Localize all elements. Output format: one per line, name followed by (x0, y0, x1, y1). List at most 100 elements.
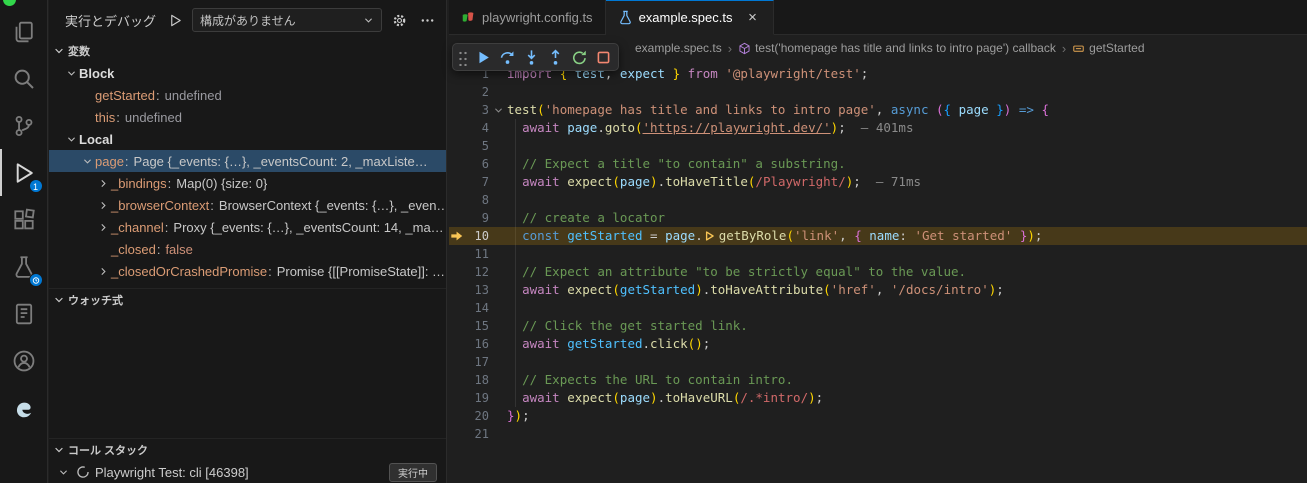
code-line[interactable]: 19 await expect(page).toHaveURL(/.*intro… (449, 389, 1307, 407)
fold-margin (489, 227, 507, 245)
debug-step-into-button[interactable] (519, 45, 543, 69)
glyph-margin[interactable] (449, 353, 465, 371)
chevron-icon[interactable] (95, 222, 111, 233)
fold-margin (489, 389, 507, 407)
debug-step-over-button[interactable] (495, 45, 519, 69)
line-number: 12 (474, 265, 489, 279)
glyph-margin[interactable] (449, 389, 465, 407)
chevron-icon[interactable] (63, 68, 79, 79)
variable-row[interactable]: _browserContext: BrowserContext {_events:… (49, 194, 446, 216)
glyph-margin[interactable] (449, 245, 465, 263)
close-icon[interactable]: × (745, 10, 761, 25)
line-number: 14 (474, 301, 489, 315)
fold-margin (489, 119, 507, 137)
glyph-margin[interactable] (449, 407, 465, 425)
drag-handle[interactable] (458, 48, 467, 66)
activity-notebook[interactable] (0, 290, 48, 337)
code-line[interactable]: 9 // create a locator (449, 209, 1307, 227)
tab-playwright-config-ts[interactable]: playwright.config.ts (449, 0, 606, 34)
code-editor[interactable]: 1 import { test, expect } from '@playwrig… (449, 61, 1307, 483)
chevron-icon[interactable] (79, 156, 95, 167)
glyph-margin[interactable] (449, 263, 465, 281)
glyph-margin[interactable] (449, 137, 465, 155)
code-line[interactable]: 8 (449, 191, 1307, 209)
variable-row[interactable]: _bindings: Map(0) {size: 0} (49, 172, 446, 194)
debug-settings-button[interactable] (388, 9, 410, 31)
activity-search[interactable] (0, 55, 48, 102)
code-line[interactable]: 11 (449, 245, 1307, 263)
activity-explorer[interactable] (0, 8, 48, 55)
code-line[interactable]: 4 await page.goto('https://playwright.de… (449, 119, 1307, 137)
code-line[interactable]: 17 (449, 353, 1307, 371)
breadcrumb-item[interactable]: getStarted (1072, 41, 1145, 55)
watch-section-header[interactable]: ウォッチ式 (49, 289, 446, 311)
scope-row[interactable]: Block (49, 62, 446, 84)
debug-stop-button[interactable] (591, 45, 615, 69)
glyph-margin[interactable] (449, 281, 465, 299)
chevron-icon[interactable] (63, 134, 79, 145)
glyph-margin[interactable] (449, 83, 465, 101)
activity-run-debug[interactable]: 1 (0, 149, 48, 196)
start-debugging-button[interactable] (164, 9, 186, 31)
variable-row[interactable]: this: undefined (49, 106, 446, 128)
chevron-icon[interactable] (55, 467, 71, 478)
debug-restart-button[interactable] (567, 45, 591, 69)
code-line[interactable]: 20}); (449, 407, 1307, 425)
activity-testing[interactable] (0, 243, 48, 290)
scope-row[interactable]: Local (49, 128, 446, 150)
account-icon (12, 349, 36, 373)
step-over-icon (499, 49, 516, 66)
debug-continue-button[interactable] (471, 45, 495, 69)
glyph-margin[interactable] (449, 155, 465, 173)
code-line[interactable]: 15 // Click the get started link. (449, 317, 1307, 335)
glyph-margin[interactable] (449, 173, 465, 191)
variable-row[interactable]: _closed: false (49, 238, 446, 260)
glyph-margin[interactable] (449, 371, 465, 389)
variable-row[interactable]: getStarted: undefined (49, 84, 446, 106)
more-actions-button[interactable] (416, 9, 438, 31)
code-line[interactable]: 18 // Expects the URL to contain intro. (449, 371, 1307, 389)
code-line[interactable]: 21 (449, 425, 1307, 443)
line-number: 13 (474, 283, 489, 297)
variable-row[interactable]: _channel: Proxy {_events: {…}, _eventsCou… (49, 216, 446, 238)
code-line[interactable]: 6 // Expect a title "to contain" a subst… (449, 155, 1307, 173)
callstack-session-row[interactable]: Playwright Test: cli [46398] 実行中 (49, 461, 446, 483)
glyph-margin[interactable] (449, 101, 465, 119)
variable-row[interactable]: page: Page {_events: {…}, _eventsCount: 2… (49, 150, 446, 172)
fold-chevron-icon[interactable] (489, 101, 507, 119)
activity-source-control[interactable] (0, 102, 48, 149)
code-line[interactable]: 16 await getStarted.click(); (449, 335, 1307, 353)
chevron-icon[interactable] (95, 178, 111, 189)
glyph-margin[interactable] (449, 425, 465, 443)
code-line[interactable]: 5 (449, 137, 1307, 155)
glyph-margin[interactable] (449, 317, 465, 335)
debug-step-out-button[interactable] (543, 45, 567, 69)
code-line[interactable]: 14 (449, 299, 1307, 317)
glyph-margin[interactable] (449, 299, 465, 317)
code-line[interactable]: 7 await expect(page).toHaveTitle(/Playwr… (449, 173, 1307, 191)
activity-account[interactable] (0, 337, 48, 384)
code-line[interactable]: 13 await expect(getStarted).toHaveAttrib… (449, 281, 1307, 299)
breadcrumb-item[interactable]: example.spec.ts (635, 41, 722, 55)
chevron-icon[interactable] (95, 200, 111, 211)
debug-config-dropdown[interactable]: 構成がありません (192, 8, 382, 32)
code-line[interactable]: 3 test('homepage has title and links to i… (449, 101, 1307, 119)
activity-extensions[interactable] (0, 196, 48, 243)
variable-row[interactable]: _closedOrCrashedPromise: Promise {[[Promi… (49, 260, 446, 282)
glyph-margin[interactable] (449, 191, 465, 209)
edge-icon (12, 396, 36, 420)
current-frame-glyph[interactable] (449, 227, 465, 245)
variables-section-header[interactable]: 変数 (49, 40, 446, 62)
glyph-margin[interactable] (449, 209, 465, 227)
callstack-section-header[interactable]: コール スタック (49, 439, 446, 461)
glyph-margin[interactable] (449, 119, 465, 137)
activity-bar: 1 (0, 0, 48, 483)
breadcrumb-item[interactable]: test('homepage has title and links to in… (738, 41, 1056, 55)
tab-example-spec-ts[interactable]: example.spec.ts × (605, 0, 774, 35)
chevron-icon[interactable] (95, 266, 111, 277)
glyph-margin[interactable] (449, 335, 465, 353)
code-line[interactable]: 10 const getStarted = page. getByRole('li… (449, 227, 1307, 245)
activity-edge[interactable] (0, 384, 48, 431)
code-line[interactable]: 2 (449, 83, 1307, 101)
code-line[interactable]: 12 // Expect an attribute "to be strictl… (449, 263, 1307, 281)
